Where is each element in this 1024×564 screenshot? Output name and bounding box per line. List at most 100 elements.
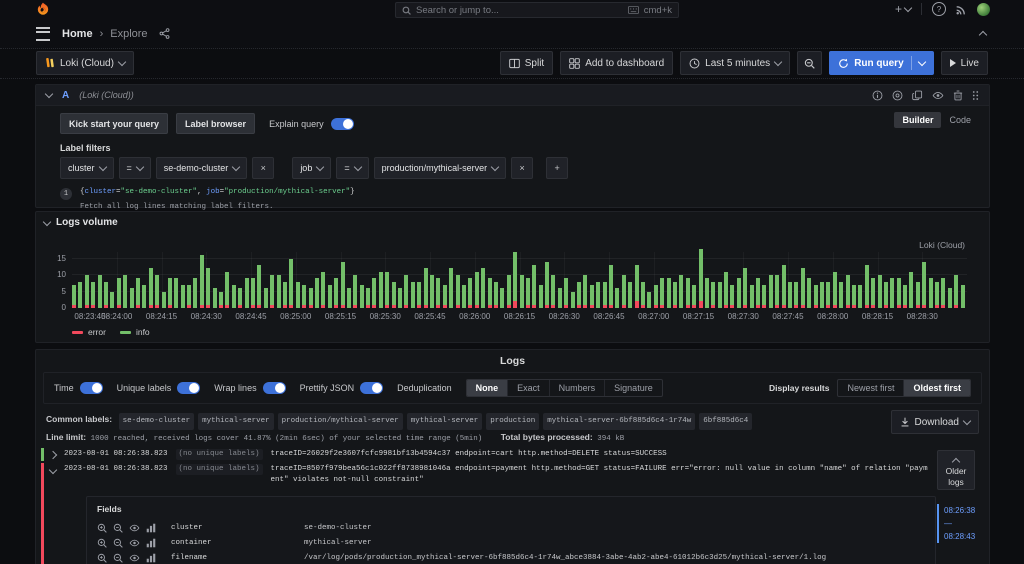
toggle-switch[interactable]: [360, 382, 383, 394]
explain-query-toggle[interactable]: [331, 118, 354, 130]
log-rows-list: 2023-08-01 08:26:38.823(no unique labels…: [41, 448, 931, 564]
search-placeholder: Search or jump to...: [416, 5, 623, 16]
dedup-option-none[interactable]: None: [467, 380, 509, 396]
toggle-switch[interactable]: [263, 382, 286, 394]
duplicate-icon[interactable]: [912, 90, 923, 101]
filter-value-select[interactable]: production/mythical-server: [374, 157, 507, 179]
filter-value-select[interactable]: se-demo-cluster: [156, 157, 248, 179]
x-axis-tick: 08:26:00: [459, 312, 490, 321]
deduplication-options: NoneExactNumbersSignature: [466, 379, 663, 397]
zoom-out-time-button[interactable]: [797, 51, 822, 75]
dedup-option-numbers[interactable]: Numbers: [550, 380, 606, 396]
keyboard-icon: [628, 6, 639, 14]
pill-text: job: [300, 163, 312, 173]
share-icon[interactable]: [159, 28, 170, 39]
filter-for-value-icon[interactable]: [97, 538, 107, 548]
split-button[interactable]: Split: [500, 51, 553, 75]
order-option-oldest-first[interactable]: Oldest first: [904, 380, 970, 396]
logs-panel-title: Logs: [36, 350, 989, 367]
search-shortcut-badge: cmd+k: [644, 5, 672, 16]
pill-text: =: [344, 163, 349, 173]
common-label-tag: production/mythical-server: [278, 413, 403, 430]
builder-mode-tab[interactable]: Builder: [894, 112, 941, 128]
dedup-option-signature[interactable]: Signature: [605, 380, 662, 396]
menu-hamburger-icon[interactable]: [36, 27, 50, 41]
query-preview-row: 1 {cluster="se-demo-cluster", job="produ…: [60, 188, 979, 200]
common-label-tag: mythical-server: [198, 413, 274, 430]
drag-handle-icon[interactable]: [972, 90, 979, 101]
datasource-picker[interactable]: Loki (Cloud): [36, 51, 134, 75]
explain-query-label: Explain query: [269, 119, 324, 129]
datasource-label: Loki (Cloud): [60, 58, 114, 69]
toggle-time: Time: [54, 382, 103, 394]
chevron-down-icon: [353, 163, 361, 171]
common-label-tag: production: [486, 413, 539, 430]
grafana-logo-icon[interactable]: [36, 2, 50, 17]
code-mode-tab[interactable]: Code: [941, 112, 979, 128]
add-to-dashboard-button[interactable]: Add to dashboard: [560, 51, 673, 75]
kick-start-query-button[interactable]: Kick start your query: [60, 113, 168, 134]
chevron-down-icon: [136, 163, 144, 171]
news-rss-icon[interactable]: [956, 4, 967, 15]
filter-for-value-icon[interactable]: [97, 523, 107, 533]
filter-operator-select[interactable]: =: [119, 157, 151, 179]
filter-out-value-icon[interactable]: [113, 553, 123, 563]
toggle-field-visibility-icon[interactable]: [129, 523, 140, 533]
toggle-field-visibility-icon[interactable]: [129, 538, 140, 548]
collapse-section-button[interactable]: [980, 28, 986, 40]
ad-hoc-stats-icon[interactable]: [146, 538, 156, 548]
legend-item-error[interactable]: error: [72, 327, 106, 337]
deduplication-label: Deduplication: [397, 383, 452, 393]
remove-query-trash-icon[interactable]: [953, 90, 963, 101]
log-message: traceID=26029f2e3607fcfc9981bf13b4594c37…: [271, 449, 667, 460]
user-avatar[interactable]: [977, 3, 990, 16]
toolbar-right-actions: Split Add to dashboard Last 5 minutes: [500, 51, 988, 75]
loaded-time-range-indicator[interactable]: 08:26:38 — 08:28:43: [937, 504, 977, 543]
run-query-button[interactable]: Run query: [829, 51, 933, 75]
settings-icon[interactable]: [892, 90, 903, 101]
collapse-query-icon[interactable]: [45, 90, 53, 98]
filter-label-select[interactable]: job: [292, 157, 331, 179]
toggle-label: Prettify JSON: [300, 383, 355, 393]
breadcrumb-home[interactable]: Home: [62, 28, 93, 40]
new-menu-button[interactable]: +: [895, 2, 911, 16]
filter-for-value-icon[interactable]: [97, 553, 107, 563]
hide-query-eye-icon[interactable]: [932, 90, 944, 101]
download-button[interactable]: Download: [891, 410, 979, 434]
log-message: traceID=8507f979bea56c1c022ff8738981046a…: [271, 464, 931, 486]
sync-icon: [838, 58, 849, 69]
help-icon[interactable]: ?: [932, 2, 946, 16]
legend-item-info[interactable]: info: [120, 327, 150, 337]
logs-volume-header[interactable]: Logs volume: [44, 217, 118, 228]
x-axis-tick: 08:27:15: [683, 312, 714, 321]
time-range-picker[interactable]: Last 5 minutes: [680, 51, 790, 75]
order-option-newest-first[interactable]: Newest first: [838, 380, 904, 396]
toggle-switch[interactable]: [177, 382, 200, 394]
filter-operator-select[interactable]: =: [336, 157, 368, 179]
filter-out-value-icon[interactable]: [113, 538, 123, 548]
query-token: cluster: [85, 188, 117, 196]
filter-out-value-icon[interactable]: [113, 523, 123, 533]
log-row[interactable]: 2023-08-01 08:26:38.823(no unique labels…: [41, 448, 931, 461]
nav-range-dash: —: [944, 517, 977, 530]
dedup-option-exact[interactable]: Exact: [508, 380, 550, 396]
toggle-switch[interactable]: [80, 382, 103, 394]
logs-controls-bar: TimeUnique labelsWrap linesPrettify JSON…: [43, 372, 982, 404]
common-label-tag: se-demo-cluster: [119, 413, 195, 430]
log-details-fields: Fieldsclusterse-demo-clustercontainermyt…: [86, 496, 936, 564]
live-button[interactable]: Live: [941, 51, 988, 75]
add-filter-button[interactable]: +: [546, 157, 568, 179]
filter-label-select[interactable]: cluster: [60, 157, 114, 179]
ad-hoc-stats-icon[interactable]: [146, 523, 156, 533]
x-axis-tick: 08:28:30: [907, 312, 938, 321]
toggle-field-visibility-icon[interactable]: [129, 553, 140, 563]
older-logs-button[interactable]: Older logs: [937, 450, 975, 490]
logs-volume-chart[interactable]: 05101508:23:4508:24:0008:24:1508:24:3008…: [72, 252, 967, 308]
global-search-input[interactable]: Search or jump to... cmd+k: [395, 2, 679, 18]
ad-hoc-stats-icon[interactable]: [146, 553, 156, 563]
remove-filter-button[interactable]: ×: [511, 157, 533, 179]
log-row[interactable]: 2023-08-01 08:26:38.823(no unique labels…: [41, 463, 931, 564]
info-icon[interactable]: [872, 90, 883, 101]
remove-filter-button[interactable]: ×: [252, 157, 274, 179]
label-browser-button[interactable]: Label browser: [176, 113, 255, 134]
